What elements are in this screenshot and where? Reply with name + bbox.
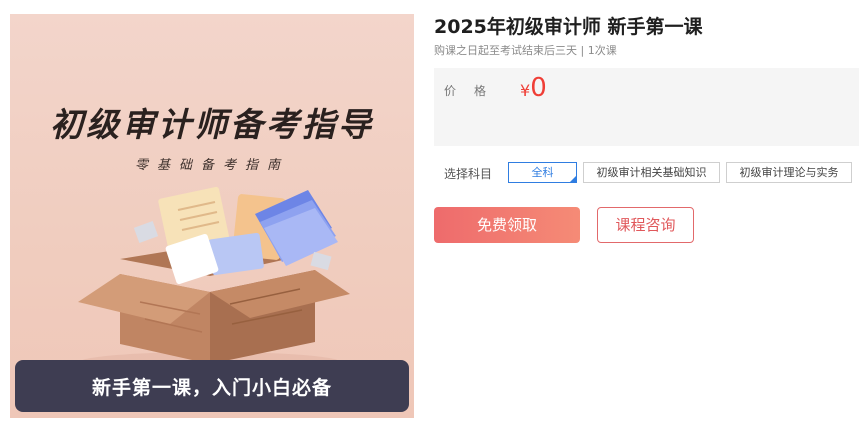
- subject-option-basic-knowledge[interactable]: 初级审计相关基础知识: [583, 162, 720, 183]
- price-box: 价格 ¥0: [434, 68, 859, 146]
- price-amount: 0: [530, 73, 547, 103]
- cover-bottom-banner: 新手第一课，入门小白必备: [15, 360, 409, 412]
- currency-symbol: ¥: [520, 81, 531, 100]
- price-value: ¥0: [520, 73, 547, 103]
- course-consult-button[interactable]: 课程咨询: [597, 207, 694, 243]
- subject-option-all[interactable]: 全科: [508, 162, 577, 183]
- course-title: 2025年初级审计师 新手第一课: [434, 16, 703, 38]
- cover-title: 初级审计师备考指导: [50, 105, 374, 144]
- subject-label: 选择科目: [444, 167, 493, 181]
- free-claim-button[interactable]: 免费领取: [434, 207, 580, 243]
- course-meta: 购课之日起至考试结束后三天 | 1次课: [434, 44, 617, 57]
- price-label: 价格: [444, 84, 505, 98]
- subject-option-theory-practice[interactable]: 初级审计理论与实务: [726, 162, 852, 183]
- course-cover-image: 初级审计师备考指导 零基础备考指南 新手第一课，入门小白必备: [10, 14, 414, 418]
- open-box-with-files-illustration: [78, 186, 350, 372]
- cover-subtitle: 零基础备考指南: [134, 158, 289, 173]
